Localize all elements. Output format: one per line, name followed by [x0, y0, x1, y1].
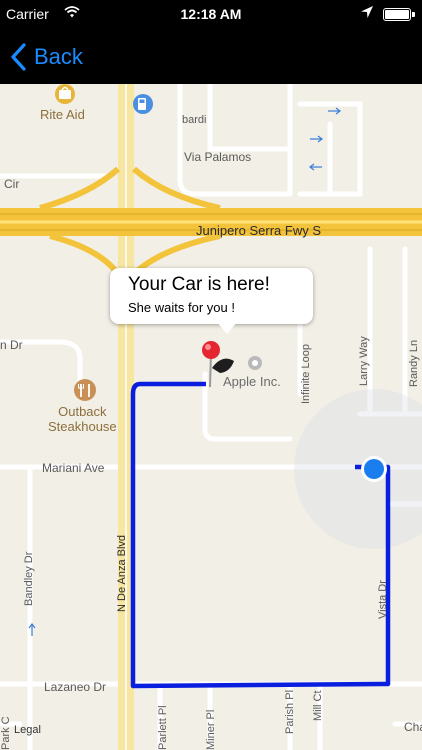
road-n-de-anza-blvd: N De Anza Blvd: [116, 534, 128, 612]
map-view[interactable]: Rite Aid bardi Via Palamos Cir Junipero …: [0, 84, 422, 750]
legal-link[interactable]: Legal: [14, 724, 41, 736]
road-miner-pl: Miner Pl: [205, 709, 217, 750]
shopping-bag-icon: [55, 84, 75, 104]
status-bar: Carrier 12:18 AM: [0, 0, 422, 30]
callout-title: Your Car is here!: [128, 274, 270, 295]
road-via-palamos: Via Palamos: [184, 150, 252, 164]
road-mariani-ave: Mariani Ave: [42, 461, 105, 475]
battery-icon: [383, 8, 415, 21]
road-cir: Cir: [4, 177, 20, 191]
road-bandley-dr: Bandley Dr: [23, 551, 35, 606]
back-label: Back: [34, 44, 83, 69]
poi-rite-aid[interactable]: Rite Aid: [40, 107, 85, 122]
car-location-callout[interactable]: Your Car is here! She waits for you !: [110, 268, 313, 334]
road-n-dr: n Dr: [0, 338, 23, 352]
location-arrow-icon: [360, 5, 374, 22]
road-lazaneo-dr: Lazaneo Dr: [44, 680, 107, 694]
poi-apple-inc[interactable]: Apple Inc.: [223, 374, 281, 389]
poi-marker-icon: [248, 356, 262, 370]
road-bardi: bardi: [182, 114, 207, 126]
road-vista-dr: Vista Dr: [377, 580, 389, 619]
road-mill-ct: Mill Ct: [312, 690, 324, 721]
road-infinite-loop: Infinite Loop: [300, 344, 312, 404]
road-parlett-pl: Parlett Pl: [157, 705, 169, 750]
road-park-c: Park C: [0, 716, 12, 750]
red-pin-icon: [202, 341, 220, 359]
navigation-bar: Back: [0, 30, 422, 84]
road-larry-way: Larry Way: [358, 336, 370, 386]
clock-time: 12:18 AM: [180, 6, 242, 22]
callout-subtitle: She waits for you !: [128, 300, 235, 315]
chevron-left-icon: [11, 43, 26, 71]
restaurant-icon: [74, 379, 96, 401]
gas-station-icon: [133, 94, 153, 114]
road-junipero-serra: Junipero Serra Fwy S: [196, 223, 321, 238]
road-parish-pl: Parish Pl: [284, 689, 296, 734]
back-button[interactable]: Back: [8, 38, 83, 76]
poi-outback-steakhouse[interactable]: Outback Steakhouse: [48, 404, 117, 434]
road-cha: Cha: [404, 720, 422, 734]
road-randy-ln: Randy Ln: [408, 339, 420, 387]
